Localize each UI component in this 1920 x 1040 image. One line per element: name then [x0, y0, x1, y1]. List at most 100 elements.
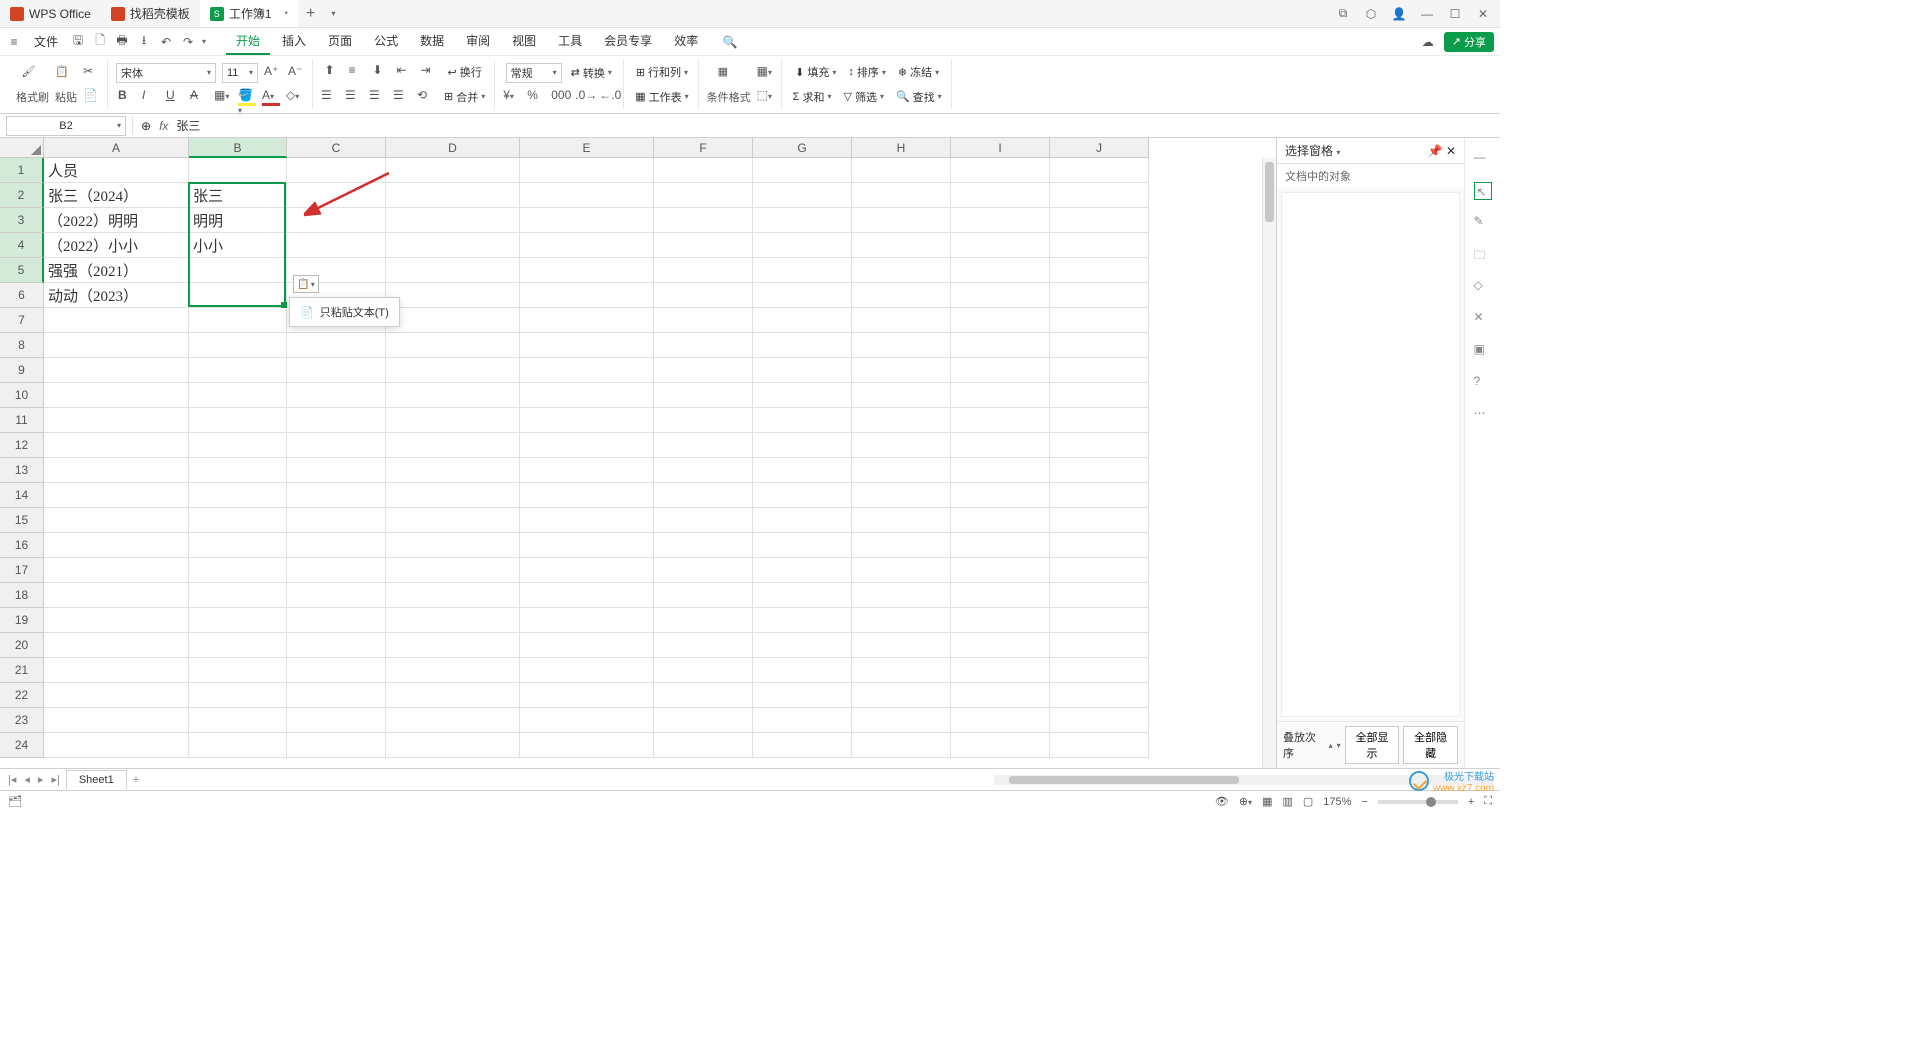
row-header-11[interactable]: 11 — [0, 408, 44, 433]
cell-B13[interactable] — [189, 458, 287, 483]
menu-tab-formula[interactable]: 公式 — [364, 28, 408, 55]
row-header-7[interactable]: 7 — [0, 308, 44, 333]
cell-H20[interactable] — [852, 633, 951, 658]
menu-tab-insert[interactable]: 插入 — [272, 28, 316, 55]
cell-E22[interactable] — [520, 683, 654, 708]
cell-G18[interactable] — [753, 583, 852, 608]
cell-B15[interactable] — [189, 508, 287, 533]
cell-G10[interactable] — [753, 383, 852, 408]
cell-F8[interactable] — [654, 333, 753, 358]
wrap-text-button[interactable]: ↩ 换行 — [445, 62, 485, 82]
cell-B20[interactable] — [189, 633, 287, 658]
cell-E13[interactable] — [520, 458, 654, 483]
row-header-6[interactable]: 6 — [0, 283, 44, 308]
col-header-D[interactable]: D — [386, 138, 520, 158]
cell-E4[interactable] — [520, 233, 654, 258]
row-header-22[interactable]: 22 — [0, 683, 44, 708]
strikethrough-icon[interactable]: A — [190, 88, 208, 106]
cell-G13[interactable] — [753, 458, 852, 483]
cell-C11[interactable] — [287, 408, 386, 433]
cell-I11[interactable] — [951, 408, 1050, 433]
cell-E5[interactable] — [520, 258, 654, 283]
fill-button[interactable]: ⬇ 填充▾ — [792, 62, 839, 82]
cell-A3[interactable]: （2022）明明 — [44, 208, 189, 233]
cell-J3[interactable] — [1050, 208, 1149, 233]
cell-B16[interactable] — [189, 533, 287, 558]
cell-I21[interactable] — [951, 658, 1050, 683]
cell-G5[interactable] — [753, 258, 852, 283]
save-icon[interactable]: 🖫 — [70, 34, 86, 50]
cell-B22[interactable] — [189, 683, 287, 708]
cell-I18[interactable] — [951, 583, 1050, 608]
cell-J7[interactable] — [1050, 308, 1149, 333]
minimize-panel-icon[interactable]: — — [1474, 150, 1492, 168]
cell-B2[interactable]: 张三 — [189, 183, 287, 208]
merge-button[interactable]: ⊞ 合并▾ — [441, 87, 488, 107]
cube-icon[interactable]: ⬡ — [1364, 7, 1378, 21]
cell-I2[interactable] — [951, 183, 1050, 208]
cell-H13[interactable] — [852, 458, 951, 483]
formula-input[interactable]: 张三 — [176, 117, 200, 134]
cell-C2[interactable] — [287, 183, 386, 208]
cell-J20[interactable] — [1050, 633, 1149, 658]
cell-E10[interactable] — [520, 383, 654, 408]
cell-H2[interactable] — [852, 183, 951, 208]
cell-C23[interactable] — [287, 708, 386, 733]
cell-F3[interactable] — [654, 208, 753, 233]
cell-C21[interactable] — [287, 658, 386, 683]
tab-list-dropdown[interactable]: ▾ — [323, 9, 343, 18]
cell-G14[interactable] — [753, 483, 852, 508]
cell-C18[interactable] — [287, 583, 386, 608]
cell-G22[interactable] — [753, 683, 852, 708]
cell-C12[interactable] — [287, 433, 386, 458]
cell-D7[interactable] — [386, 308, 520, 333]
percent-icon[interactable]: % — [527, 88, 545, 106]
cell-G16[interactable] — [753, 533, 852, 558]
cell-G17[interactable] — [753, 558, 852, 583]
cell-D1[interactable] — [386, 158, 520, 183]
cell-C17[interactable] — [287, 558, 386, 583]
convert-button[interactable]: ⇄ 转换▾ — [568, 63, 615, 83]
cell-J15[interactable] — [1050, 508, 1149, 533]
cell-G24[interactable] — [753, 733, 852, 758]
vertical-scrollbar[interactable] — [1262, 158, 1276, 768]
row-header-16[interactable]: 16 — [0, 533, 44, 558]
cell-H3[interactable] — [852, 208, 951, 233]
cell-F22[interactable] — [654, 683, 753, 708]
cell-I24[interactable] — [951, 733, 1050, 758]
cell-H17[interactable] — [852, 558, 951, 583]
zoom-in-icon[interactable]: + — [1468, 796, 1474, 808]
cell-A12[interactable] — [44, 433, 189, 458]
cell-B5[interactable] — [189, 258, 287, 283]
row-header-3[interactable]: 3 — [0, 208, 44, 233]
col-header-H[interactable]: H — [852, 138, 951, 158]
sort-button[interactable]: ↕ 排序▾ — [845, 62, 889, 82]
align-left-icon[interactable]: ☰ — [321, 88, 339, 106]
cell-I23[interactable] — [951, 708, 1050, 733]
cell-H19[interactable] — [852, 608, 951, 633]
align-center-icon[interactable]: ☰ — [345, 88, 363, 106]
bold-icon[interactable]: B — [118, 88, 136, 106]
scrollbar-thumb[interactable] — [1265, 162, 1274, 222]
cell-E8[interactable] — [520, 333, 654, 358]
cell-I12[interactable] — [951, 433, 1050, 458]
select-all-corner[interactable] — [0, 138, 44, 158]
cell-style-icon[interactable]: ⬚▾ — [757, 88, 775, 106]
cell-I10[interactable] — [951, 383, 1050, 408]
cell-B23[interactable] — [189, 708, 287, 733]
filter-button[interactable]: ▽ 筛选▾ — [840, 87, 886, 107]
cell-J10[interactable] — [1050, 383, 1149, 408]
cell-H16[interactable] — [852, 533, 951, 558]
col-header-A[interactable]: A — [44, 138, 189, 158]
cell-I3[interactable] — [951, 208, 1050, 233]
col-header-G[interactable]: G — [753, 138, 852, 158]
cell-B3[interactable]: 明明 — [189, 208, 287, 233]
cell-D9[interactable] — [386, 358, 520, 383]
font-name-select[interactable]: 宋体▾ — [116, 63, 216, 83]
cell-D11[interactable] — [386, 408, 520, 433]
cell-J24[interactable] — [1050, 733, 1149, 758]
cell-H22[interactable] — [852, 683, 951, 708]
help-icon[interactable]: ? — [1474, 374, 1492, 392]
row-header-23[interactable]: 23 — [0, 708, 44, 733]
cell-H11[interactable] — [852, 408, 951, 433]
